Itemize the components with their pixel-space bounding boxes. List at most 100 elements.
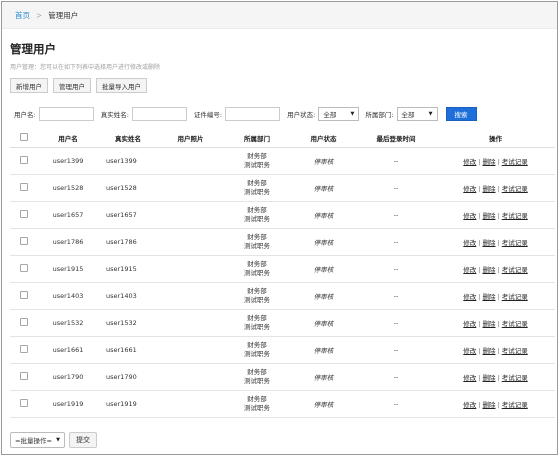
cell-photo — [158, 255, 223, 283]
ops-separator: | — [478, 238, 481, 247]
row-checkbox-cell — [10, 255, 38, 283]
ops-separator: | — [478, 319, 481, 328]
cell-ops: 修改 | 删除 | 考试记录 — [436, 255, 555, 283]
cell-status: 停审核 — [291, 390, 356, 418]
edit-link[interactable]: 修改 — [463, 212, 476, 220]
batch-import-button[interactable]: 批量导入用户 — [96, 78, 147, 93]
dept-position: 测试职务 — [244, 187, 270, 196]
status-select[interactable]: 全部 ▼ — [318, 107, 360, 121]
row-checkbox[interactable] — [20, 182, 28, 191]
edit-link[interactable]: 修改 — [463, 185, 476, 193]
exam-record-link[interactable]: 考试记录 — [502, 212, 528, 220]
cell-last-login: -- — [356, 174, 436, 202]
cell-photo — [158, 309, 223, 337]
row-checkbox[interactable] — [20, 155, 28, 164]
cell-ops: 修改 | 删除 | 考试记录 — [436, 390, 555, 418]
row-checkbox[interactable] — [20, 263, 28, 272]
dept-position: 测试职务 — [244, 268, 270, 277]
edit-link[interactable]: 修改 — [463, 293, 476, 301]
row-checkbox[interactable] — [20, 236, 28, 245]
cell-ops: 修改 | 删除 | 考试记录 — [436, 228, 555, 256]
filter-bar: 用户名: 真实姓名: 证件编号: 用户状态: 全部 ▼ 所属部门: 全部 ▼ 搜… — [14, 107, 477, 121]
search-button[interactable]: 搜索 — [445, 107, 477, 121]
cell-dept: 财务部 测试职务 — [223, 228, 291, 256]
cell-status: 停审核 — [291, 174, 356, 202]
edit-link[interactable]: 修改 — [463, 401, 476, 409]
cell-username: user1786 — [38, 228, 98, 256]
delete-link[interactable]: 删除 — [483, 185, 496, 193]
add-user-button[interactable]: 新增用户 — [10, 78, 48, 93]
breadcrumb-home-link[interactable]: 首页 — [15, 10, 30, 21]
cell-username: user1915 — [38, 255, 98, 283]
exam-record-link[interactable]: 考试记录 — [502, 347, 528, 355]
row-checkbox[interactable] — [20, 209, 28, 218]
bottom-bar: =批量操作= ▼ 提交 — [10, 432, 97, 448]
breadcrumb: 首页 > 管理用户 — [2, 2, 557, 29]
breadcrumb-current: 管理用户 — [48, 10, 79, 20]
dept-name: 财务部 — [247, 232, 267, 241]
cell-last-login: -- — [356, 228, 436, 256]
row-checkbox[interactable] — [20, 290, 28, 299]
cell-last-login: -- — [356, 336, 436, 364]
row-checkbox-cell — [10, 282, 38, 310]
edit-link[interactable]: 修改 — [463, 374, 476, 382]
page-description: 用户管理：您可以在如下列表中选择用户进行修改或删除 — [10, 64, 161, 71]
row-checkbox[interactable] — [20, 371, 28, 380]
delete-link[interactable]: 删除 — [483, 401, 496, 409]
edit-link[interactable]: 修改 — [463, 347, 476, 355]
col-username: 用户名 — [38, 129, 98, 148]
row-checkbox[interactable] — [20, 317, 28, 326]
cell-status: 停审核 — [291, 201, 356, 229]
cell-realname: user1399 — [98, 147, 158, 175]
exam-record-link[interactable]: 考试记录 — [502, 320, 528, 328]
realname-input[interactable] — [131, 107, 187, 121]
manage-users-button[interactable]: 管理用户 — [53, 78, 91, 93]
edit-link[interactable]: 修改 — [463, 239, 476, 247]
col-dept: 所属部门 — [223, 129, 291, 148]
idcard-input[interactable] — [225, 107, 281, 121]
cell-realname: user1532 — [98, 309, 158, 337]
ops-separator: | — [478, 184, 481, 193]
chevron-down-icon: ▼ — [428, 111, 433, 117]
delete-link[interactable]: 删除 — [483, 320, 496, 328]
table-row: user1790 user1790 财务部 测试职务 停审核 -- 修改 | 删除 | 考试记录 — [10, 363, 555, 391]
batch-action-select[interactable]: =批量操作= ▼ — [10, 432, 65, 448]
users-table: 用户名 真实姓名 用户照片 所属部门 用户状态 最后登录时间 操作 user13… — [10, 129, 555, 418]
cell-photo — [158, 390, 223, 418]
delete-link[interactable]: 删除 — [483, 239, 496, 247]
cell-photo — [158, 174, 223, 202]
exam-record-link[interactable]: 考试记录 — [502, 266, 528, 274]
exam-record-link[interactable]: 考试记录 — [502, 293, 528, 301]
edit-link[interactable]: 修改 — [463, 320, 476, 328]
cell-photo — [158, 147, 223, 175]
exam-record-link[interactable]: 考试记录 — [502, 401, 528, 409]
submit-button[interactable]: 提交 — [69, 432, 97, 448]
cell-realname: user1919 — [98, 390, 158, 418]
delete-link[interactable]: 删除 — [483, 374, 496, 382]
delete-link[interactable]: 删除 — [483, 266, 496, 274]
delete-link[interactable]: 删除 — [483, 158, 496, 166]
col-realname: 真实姓名 — [98, 129, 158, 148]
exam-record-link[interactable]: 考试记录 — [502, 374, 528, 382]
ops-separator: | — [478, 292, 481, 301]
idcard-label: 证件编号: — [193, 111, 223, 119]
delete-link[interactable]: 删除 — [483, 212, 496, 220]
cell-last-login: -- — [356, 201, 436, 229]
exam-record-link[interactable]: 考试记录 — [502, 239, 528, 247]
delete-link[interactable]: 删除 — [483, 293, 496, 301]
exam-record-link[interactable]: 考试记录 — [502, 185, 528, 193]
row-checkbox[interactable] — [20, 398, 28, 407]
edit-link[interactable]: 修改 — [463, 158, 476, 166]
exam-record-link[interactable]: 考试记录 — [502, 158, 528, 166]
delete-link[interactable]: 删除 — [483, 347, 496, 355]
row-checkbox[interactable] — [20, 344, 28, 353]
cell-dept: 财务部 测试职务 — [223, 174, 291, 202]
edit-link[interactable]: 修改 — [463, 266, 476, 274]
username-input[interactable] — [38, 107, 94, 121]
dept-name: 财务部 — [247, 205, 267, 214]
realname-label: 真实姓名: — [100, 111, 129, 119]
select-all-checkbox[interactable] — [20, 132, 28, 141]
row-checkbox-cell — [10, 147, 38, 175]
table-row: user1399 user1399 财务部 测试职务 停审核 -- 修改 | 删除 | 考试记录 — [10, 147, 555, 175]
dept-select[interactable]: 全部 ▼ — [396, 107, 438, 121]
